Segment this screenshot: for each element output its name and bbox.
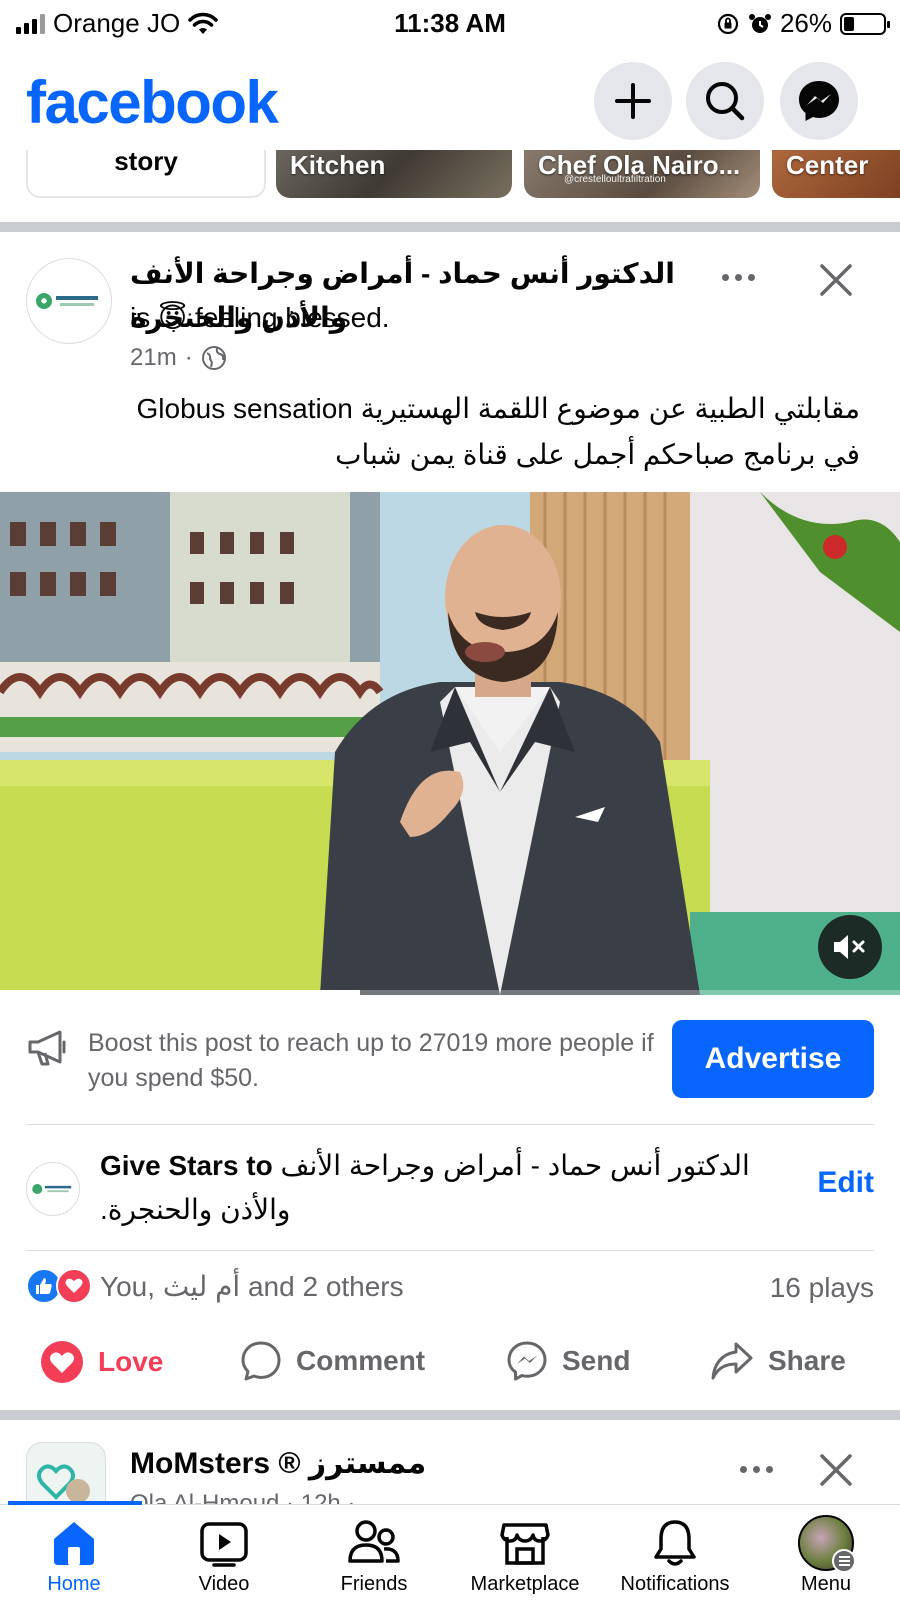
comment-icon bbox=[241, 1341, 281, 1381]
post-more-button[interactable] bbox=[722, 262, 764, 292]
next-post-author[interactable]: MoMsters ® ممسترز bbox=[130, 1446, 426, 1481]
story-label: Kitchen bbox=[290, 150, 386, 180]
love-reaction-icon bbox=[56, 1268, 92, 1304]
feeling-text: feeling blessed. bbox=[195, 302, 390, 333]
story-card[interactable]: Chef Ola Nairo... @crestelloultrafiltrat… bbox=[524, 150, 760, 198]
mute-button[interactable] bbox=[818, 915, 882, 979]
battery-icon bbox=[840, 12, 890, 35]
edit-button[interactable]: Edit bbox=[817, 1166, 874, 1200]
story-card[interactable]: Kitchen bbox=[276, 150, 512, 198]
divider bbox=[26, 1124, 874, 1125]
messenger-icon bbox=[799, 81, 839, 121]
reactions-text: You, أم ليث and 2 others bbox=[100, 1270, 404, 1302]
home-icon bbox=[54, 1522, 94, 1565]
tab-label: Marketplace bbox=[470, 1573, 580, 1595]
megaphone-icon bbox=[28, 1030, 66, 1066]
comment-button[interactable]: Comment bbox=[240, 1340, 425, 1382]
stars-prompt: Give Stars to الدكتور أنس حماد - أمراض و… bbox=[100, 1144, 780, 1232]
create-story-card[interactable]: story bbox=[26, 150, 266, 198]
boost-text: Boost this post to reach up to 27019 mor… bbox=[88, 1029, 654, 1092]
status-bar: Orange JO 11:38 AM 26% bbox=[0, 0, 900, 46]
post-text-line: في برنامج صباحكم أجمل على قناة يمن شباب bbox=[335, 439, 860, 470]
active-tab-indicator bbox=[8, 1501, 142, 1505]
tab-label: Notifications bbox=[620, 1573, 730, 1595]
author-avatar[interactable] bbox=[26, 258, 112, 344]
comment-label: Comment bbox=[296, 1345, 426, 1376]
story-label: Center bbox=[786, 150, 869, 180]
tab-label: Menu bbox=[800, 1573, 852, 1595]
story-card[interactable]: Center bbox=[772, 150, 900, 198]
tab-label: Video bbox=[198, 1573, 250, 1595]
post-actions: Love Comment Send Share bbox=[0, 1340, 900, 1400]
clinic-logo-icon bbox=[36, 293, 98, 309]
post-header: الدكتور أنس حماد - أمراض وجراحة الأنف وا… bbox=[130, 252, 700, 340]
clinic-logo-icon bbox=[32, 1183, 72, 1195]
orientation-lock-icon bbox=[717, 13, 739, 34]
feeling-emoji: 😇 bbox=[158, 302, 188, 333]
tab-menu[interactable]: Menu bbox=[756, 1515, 896, 1596]
profile-avatar bbox=[798, 1515, 856, 1573]
tab-notifications[interactable]: Notifications bbox=[600, 1515, 750, 1596]
divider bbox=[26, 1250, 874, 1251]
love-button[interactable]: Love bbox=[40, 1340, 163, 1384]
tab-video[interactable]: Video bbox=[154, 1515, 294, 1596]
send-label: Send bbox=[562, 1345, 631, 1376]
stars-prefix: Give Stars to bbox=[100, 1150, 273, 1181]
status-right: 26% bbox=[716, 8, 890, 39]
battery-percent: 26% bbox=[779, 8, 832, 38]
create-button[interactable] bbox=[594, 62, 672, 140]
search-icon bbox=[706, 82, 745, 121]
post-video[interactable] bbox=[0, 492, 900, 995]
post-meta: 21m · bbox=[130, 344, 227, 372]
next-post-more-button[interactable] bbox=[740, 1466, 773, 1473]
close-icon[interactable] bbox=[818, 262, 854, 298]
bell-icon bbox=[654, 1520, 696, 1566]
facebook-logo[interactable]: facebook bbox=[26, 68, 279, 137]
feed-divider bbox=[0, 222, 900, 232]
heart-icon bbox=[41, 1341, 83, 1383]
heart-logo-icon bbox=[37, 1464, 90, 1503]
love-label: Love bbox=[98, 1346, 164, 1377]
tab-label: Home bbox=[47, 1573, 101, 1595]
page-avatar[interactable] bbox=[26, 1162, 80, 1216]
story-label: story bbox=[114, 150, 178, 176]
reactions-summary[interactable]: You, أم ليث and 2 others bbox=[26, 1268, 404, 1304]
tab-friends[interactable]: Friends bbox=[304, 1515, 444, 1596]
speaker-muted-icon bbox=[834, 935, 865, 959]
messenger-button[interactable] bbox=[780, 62, 858, 140]
menu-badge-icon bbox=[832, 1549, 856, 1573]
share-button[interactable]: Share bbox=[710, 1340, 846, 1382]
messenger-outline-icon bbox=[507, 1341, 547, 1381]
feeling-prefix: is bbox=[130, 302, 151, 333]
feed-divider bbox=[0, 1410, 900, 1420]
video-icon bbox=[200, 1522, 248, 1567]
marketplace-icon bbox=[500, 1523, 550, 1565]
search-button[interactable] bbox=[686, 62, 764, 140]
video-progress-bar[interactable] bbox=[0, 990, 900, 995]
post-time[interactable]: 21m bbox=[130, 344, 177, 372]
send-button[interactable]: Send bbox=[506, 1340, 630, 1382]
plays-count: 16 plays bbox=[769, 1272, 874, 1303]
post-text: مقابلتي الطبية عن موضوع اللقمة الهستيرية… bbox=[40, 386, 861, 478]
boost-banner: Boost this post to reach up to 27019 mor… bbox=[26, 1018, 874, 1118]
app-header: facebook bbox=[0, 54, 900, 150]
alarm-icon bbox=[748, 13, 771, 33]
advertise-button[interactable]: Advertise bbox=[672, 1020, 874, 1098]
close-icon[interactable] bbox=[818, 1452, 854, 1488]
tab-home[interactable]: Home bbox=[4, 1515, 144, 1596]
stories-strip[interactable]: story Kitchen Chef Ola Nairo... @crestel… bbox=[0, 150, 900, 202]
story-watermark: @crestelloultrafiltration bbox=[564, 174, 666, 185]
friends-icon bbox=[348, 1520, 400, 1563]
video-frame bbox=[0, 492, 900, 995]
more-dots-icon bbox=[722, 273, 755, 281]
plus-icon bbox=[615, 83, 651, 119]
post-text-line: مقابلتي الطبية عن موضوع اللقمة الهستيرية… bbox=[136, 393, 861, 424]
tab-marketplace[interactable]: Marketplace bbox=[448, 1515, 602, 1596]
globe-icon bbox=[201, 346, 226, 370]
tab-label: Friends bbox=[340, 1573, 408, 1595]
share-label: Share bbox=[768, 1345, 846, 1376]
bottom-tab-bar: Home Video Friends Marketplace Notificat… bbox=[0, 1501, 900, 1600]
share-icon bbox=[711, 1342, 753, 1380]
